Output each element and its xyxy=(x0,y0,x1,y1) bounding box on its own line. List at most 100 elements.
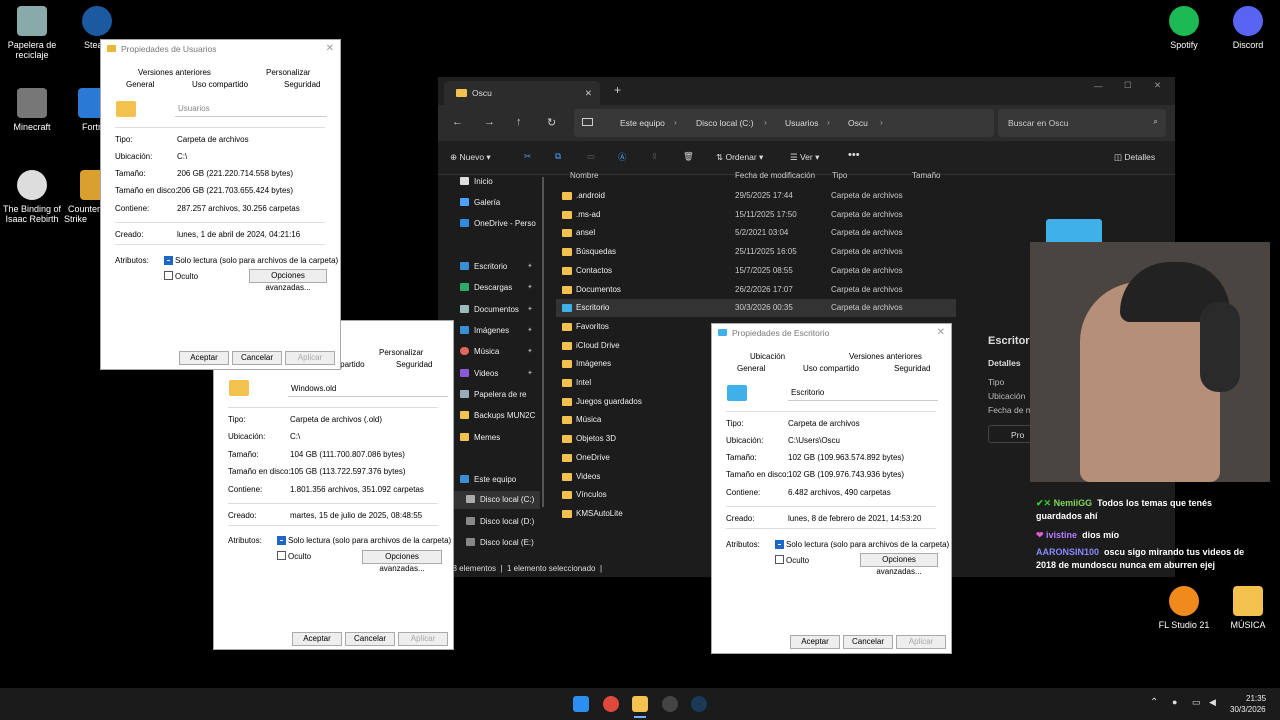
clock-time[interactable]: 21:35 xyxy=(1246,694,1266,703)
apply-button[interactable]: Aplicar xyxy=(398,632,448,646)
readonly-checkbox[interactable] xyxy=(277,536,286,545)
tab-general[interactable]: General xyxy=(126,80,154,89)
maximize-icon[interactable]: ☐ xyxy=(1124,80,1132,91)
sidebar-item-imagenes[interactable]: Imágenes xyxy=(460,326,509,335)
desktop-icon-spotify[interactable]: Spotify xyxy=(1152,6,1216,50)
network-icon[interactable]: ▭ xyxy=(1192,697,1201,708)
new-tab-icon[interactable]: + xyxy=(614,83,621,97)
ok-button[interactable]: Aceptar xyxy=(790,635,840,649)
tab-security[interactable]: Seguridad xyxy=(284,80,320,89)
address-bar[interactable]: Este equipo Disco local (C:) Usuarios Os… xyxy=(574,109,994,137)
sidebar-item-onedrive[interactable]: OneDrive - Perso xyxy=(460,219,536,228)
close-tab-icon[interactable]: ✕ xyxy=(585,81,592,105)
sidebar-item-musica[interactable]: Música xyxy=(460,347,499,356)
breadcrumb-3[interactable]: Usuarios xyxy=(785,118,819,128)
desktop-icon-discord[interactable]: Discord xyxy=(1216,6,1280,50)
desktop-icon-counter-strike[interactable]: Counter-Strike xyxy=(64,170,100,224)
cancel-button[interactable]: Cancelar xyxy=(232,351,282,365)
clock-date[interactable]: 30/3/2026 xyxy=(1230,705,1266,714)
folder-name-field[interactable]: Windows.old xyxy=(288,382,448,397)
tab-custom[interactable]: Personalizar xyxy=(266,68,310,77)
paste-icon[interactable]: ▭ xyxy=(587,151,595,162)
sidebar-item-galeria[interactable]: Galería xyxy=(460,198,500,207)
sidebar-item-memes[interactable]: Memes xyxy=(460,433,500,442)
desktop-icon-recycle-bin[interactable]: Papelera de reciclaje xyxy=(0,6,64,60)
tab-security[interactable]: Seguridad xyxy=(396,360,432,369)
desktop-icon-fortnite[interactable]: Fortnite xyxy=(70,88,100,132)
readonly-checkbox[interactable] xyxy=(775,540,784,549)
sidebar-item-disco-c[interactable]: Disco local (C:) xyxy=(466,495,534,504)
share-icon[interactable]: ⇪ xyxy=(651,151,658,162)
tab-shared[interactable]: Uso compartido xyxy=(192,80,248,89)
view-button[interactable]: ☰ Ver ▾ xyxy=(790,152,819,163)
sort-button[interactable]: ⇅ Ordenar ▾ xyxy=(716,152,763,163)
sidebar-item-disco-d[interactable]: Disco local (D:) xyxy=(466,517,534,526)
details-button[interactable]: ◫ Detalles xyxy=(1114,152,1155,163)
hidden-checkbox[interactable] xyxy=(775,555,784,564)
sidebar-item-papelera[interactable]: Papelera de re xyxy=(460,390,526,399)
tab-location[interactable]: Ubicación xyxy=(750,352,785,361)
column-type[interactable]: Tipo xyxy=(832,171,847,180)
breadcrumb-2[interactable]: Disco local (C:) xyxy=(696,118,754,128)
details-tab[interactable]: Detalles xyxy=(988,358,1021,368)
apply-button[interactable]: Aplicar xyxy=(896,635,946,649)
advanced-button[interactable]: Opciones avanzadas... xyxy=(249,269,327,292)
desktop-icon-musica-folder[interactable]: MÚSICA xyxy=(1216,586,1280,630)
file-row[interactable]: Contactos 15/7/2025 08:55 Carpeta de archi… xyxy=(556,262,956,280)
new-button[interactable]: ⊕ Nuevo ▾ xyxy=(450,152,491,163)
search-box[interactable]: Buscar en Oscu ⌕ xyxy=(998,109,1166,137)
tab-previous-versions[interactable]: Versiones anteriores xyxy=(849,352,922,361)
column-size[interactable]: Tamaño xyxy=(912,171,940,180)
column-name[interactable]: Nombre xyxy=(570,171,598,180)
steam-icon[interactable] xyxy=(691,696,707,712)
sidebar-item-descargas[interactable]: Descargas xyxy=(460,283,512,292)
close-window-icon[interactable]: ✕ xyxy=(1154,80,1161,91)
desktop-icon-binding-of-isaac[interactable]: The Binding of Isaac Rebirth xyxy=(0,170,64,224)
cut-icon[interactable]: ✂ xyxy=(524,151,531,162)
file-row[interactable]: Búsquedas 25/11/2025 16:05 Carpeta de arch… xyxy=(556,243,956,261)
sidebar-item-este-equipo[interactable]: Este equipo xyxy=(460,475,516,484)
sidebar-item-escritorio[interactable]: Escritorio xyxy=(460,262,507,271)
file-row[interactable]: ansel 5/2/2021 03:04 Carpeta de archivos xyxy=(556,224,956,242)
sidebar-item-inicio[interactable]: Inicio xyxy=(460,177,493,186)
sidebar-item-backups[interactable]: Backups MUN2C xyxy=(460,411,535,420)
refresh-icon[interactable]: ↻ xyxy=(547,116,556,129)
file-row[interactable]: .ms-ad 15/11/2025 17:50 Carpeta de archivo… xyxy=(556,206,956,224)
close-icon[interactable]: ✕ xyxy=(326,40,334,58)
ok-button[interactable]: Aceptar xyxy=(179,351,229,365)
tab-shared[interactable]: Uso compartido xyxy=(803,364,859,373)
file-row[interactable]: .android 29/5/2025 17:44 Carpeta de archiv… xyxy=(556,187,956,205)
cancel-button[interactable]: Cancelar xyxy=(843,635,893,649)
folder-name-field[interactable]: Escritorio xyxy=(788,386,938,401)
tab-custom[interactable]: Personalizar xyxy=(379,348,423,357)
sidebar-item-videos[interactable]: Videos xyxy=(460,369,498,378)
obs-icon[interactable] xyxy=(662,696,678,712)
readonly-checkbox[interactable] xyxy=(164,256,173,265)
desktop-icon-minecraft[interactable]: Minecraft xyxy=(0,88,64,132)
copy-icon[interactable]: ⧉ xyxy=(555,151,561,162)
chevron-up-icon[interactable]: ⌃ xyxy=(1150,697,1158,708)
folder-name-field[interactable]: Usuarios xyxy=(175,102,327,117)
advanced-button[interactable]: Opciones avanzadas... xyxy=(860,553,938,576)
tab-general[interactable]: General xyxy=(737,364,765,373)
volume-icon[interactable]: ◀ xyxy=(1209,697,1216,708)
apply-button[interactable]: Aplicar xyxy=(285,351,335,365)
back-icon[interactable]: ← xyxy=(452,116,463,128)
column-date[interactable]: Fecha de modificación xyxy=(735,171,815,180)
advanced-button[interactable]: Opciones avanzadas... xyxy=(362,550,442,573)
desktop-icon-fl-studio[interactable]: FL Studio 21 xyxy=(1152,586,1216,630)
explorer-tab[interactable]: Oscu ✕ xyxy=(444,81,600,105)
chrome-icon[interactable] xyxy=(603,696,619,712)
hidden-checkbox[interactable] xyxy=(277,551,286,560)
tab-security[interactable]: Seguridad xyxy=(894,364,930,373)
file-explorer-icon[interactable] xyxy=(632,696,648,712)
more-icon[interactable]: ••• xyxy=(848,149,860,161)
windows-start-icon[interactable] xyxy=(573,696,589,712)
hidden-checkbox[interactable] xyxy=(164,271,173,280)
up-icon[interactable]: ↑ xyxy=(516,116,522,128)
sidebar-item-disco-e[interactable]: Disco local (E:) xyxy=(466,538,534,547)
close-icon[interactable]: ✕ xyxy=(937,324,945,342)
forward-icon[interactable]: → xyxy=(484,116,495,128)
file-row[interactable]: Documentos 26/2/2026 17:07 Carpeta de arch… xyxy=(556,281,956,299)
mic-icon[interactable]: ● xyxy=(1172,697,1177,707)
